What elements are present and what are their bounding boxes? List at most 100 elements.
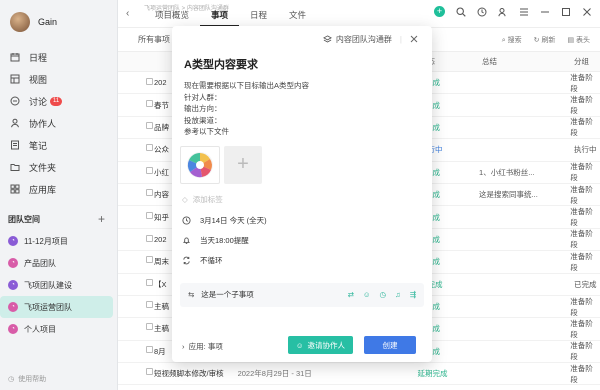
add-attachment-button[interactable]: +: [224, 145, 262, 184]
row-stage[interactable]: 执行中: [566, 144, 597, 155]
task-checkbox[interactable]: [146, 368, 153, 376]
row-stage[interactable]: 准备阶段: [562, 116, 600, 138]
row-stage[interactable]: 准备阶段: [562, 340, 600, 362]
row-stage[interactable]: 准备阶段: [562, 184, 600, 206]
reminder-field[interactable]: 当天18:00提醒: [172, 231, 432, 251]
task-checkbox[interactable]: [146, 121, 153, 129]
contacts-icon[interactable]: [498, 7, 508, 17]
menu-icon[interactable]: [519, 7, 529, 17]
column-summary[interactable]: 总结: [476, 56, 566, 67]
dialog-group-name[interactable]: 内容团队沟通群: [336, 34, 392, 45]
row-title: 小红: [154, 167, 169, 177]
row-stage[interactable]: 准备阶段: [562, 318, 600, 340]
filter-all-items[interactable]: 所有事项: [138, 34, 170, 45]
description-line: 投放渠道：: [184, 115, 222, 125]
close-icon[interactable]: [582, 7, 592, 17]
toolbar-header-label: 表头: [576, 36, 590, 44]
subtask-input[interactable]: ⇆ 这是一个子事项 ⇄ ☺ ◷ ♫ ⇶: [180, 282, 424, 307]
person-icon: [10, 118, 20, 128]
invite-collaborator-button[interactable]: ☺ 邀请协作人: [287, 336, 353, 354]
user-profile[interactable]: Gain: [0, 0, 117, 44]
row-stage[interactable]: 准备阶段: [562, 72, 600, 94]
toolbar-search[interactable]: ⌕ 搜索: [502, 35, 522, 45]
sidebar-item-folder[interactable]: 文件夹: [0, 156, 117, 178]
date-field[interactable]: 3月14日 今天 (全天): [172, 211, 432, 231]
sidebar-item-apps[interactable]: 应用库: [0, 178, 117, 200]
add-team-button[interactable]: +: [98, 212, 105, 226]
toolbar-search-label: 搜索: [507, 36, 522, 44]
task-checkbox[interactable]: [146, 99, 153, 107]
subtask-move-icon[interactable]: ⇄: [348, 290, 354, 299]
subtask-more-icon[interactable]: ⇶: [410, 290, 416, 299]
dialog-close-icon[interactable]: [410, 35, 418, 43]
toolbar-header[interactable]: ▤ 表头: [567, 35, 590, 45]
toolbar-refresh[interactable]: ↻ 刷新: [534, 35, 556, 45]
attachment-thumbnail[interactable]: [180, 145, 220, 184]
row-stage[interactable]: 准备阶段: [562, 94, 600, 116]
row-stage[interactable]: 已完成: [566, 279, 597, 290]
sidebar-item-note[interactable]: 笔记: [0, 134, 117, 156]
team-item[interactable]: ◔ 产品团队: [0, 252, 113, 274]
task-checkbox[interactable]: [146, 301, 153, 309]
team-item[interactable]: ◔ 11-12月项目: [0, 230, 113, 252]
task-checkbox[interactable]: [146, 211, 153, 219]
sidebar-item-view[interactable]: 视图: [0, 68, 117, 90]
subtask-text: 这是一个子事项: [201, 290, 254, 299]
search-icon[interactable]: [456, 6, 466, 17]
task-checkbox[interactable]: [146, 166, 153, 174]
dialog-title[interactable]: A类型内容要求: [172, 52, 432, 80]
row-status[interactable]: 延期完成: [412, 368, 474, 379]
sidebar-item-calendar[interactable]: 日程: [0, 46, 117, 68]
tab-item[interactable]: 文件: [278, 9, 317, 27]
row-stage[interactable]: 准备阶段: [562, 251, 600, 273]
dialog-description[interactable]: 现在需要根据以下目标输出A类型内容 针对人群： 输出方向： 投放渠道： 参考以下文件: [172, 80, 432, 138]
task-checkbox[interactable]: [146, 189, 153, 197]
row-stage[interactable]: 准备阶段: [562, 296, 600, 318]
toolbar-actions: ⌕ 搜索 ↻ 刷新 ▤ 表头: [502, 35, 590, 45]
table-row[interactable]: 短视频脚本修改/审核 2022年8月29日 - 31日 延期完成 准备阶段: [118, 363, 600, 386]
row-stage[interactable]: 准备阶段: [562, 228, 600, 250]
team-item[interactable]: ◔ 飞项运营团队: [0, 296, 113, 318]
sidebar-item-discussion[interactable]: 讨论 11: [0, 90, 117, 112]
task-checkbox[interactable]: [146, 278, 153, 286]
add-tag-button[interactable]: ◇ 添加标签: [172, 184, 432, 205]
row-stage[interactable]: 准备阶段: [562, 161, 600, 183]
subtask-time-icon[interactable]: ◷: [380, 290, 387, 299]
row-stage[interactable]: 准备阶段: [562, 363, 600, 385]
team-item[interactable]: ◔ 飞项团队建设: [0, 274, 113, 296]
sidebar-item-person[interactable]: 协作人: [0, 112, 117, 134]
subtask-assign-icon[interactable]: ☺: [363, 290, 371, 299]
row-stage[interactable]: 准备阶段: [562, 206, 600, 228]
task-checkbox[interactable]: [146, 256, 153, 264]
description-line: 参考以下文件: [184, 127, 229, 136]
reminder-value: 当天18:00提醒: [200, 236, 249, 245]
help-icon: ◷: [8, 376, 15, 383]
team-item[interactable]: ◔ 个人项目: [0, 318, 113, 340]
task-checkbox[interactable]: [146, 78, 153, 86]
avatar[interactable]: [10, 12, 30, 32]
maximize-icon[interactable]: [561, 7, 571, 17]
create-button[interactable]: 创建: [364, 336, 416, 354]
timer-icon[interactable]: [477, 7, 487, 17]
task-checkbox[interactable]: [146, 345, 153, 353]
subtask-remind-icon[interactable]: ♫: [395, 290, 401, 299]
help-link[interactable]: ◷ 使用帮助: [8, 374, 46, 384]
sidebar-item-label: 讨论: [29, 96, 48, 107]
task-checkbox[interactable]: [146, 323, 153, 331]
team-icon: ◔: [8, 258, 18, 268]
task-checkbox[interactable]: [146, 144, 153, 152]
tab-item[interactable]: 日程: [239, 9, 278, 27]
add-icon[interactable]: +: [434, 6, 445, 17]
clock-icon: [182, 216, 192, 225]
team-label: 11-12月项目: [24, 236, 68, 246]
row-title: 主稿: [154, 324, 169, 334]
team-icon: ◔: [8, 302, 18, 312]
task-checkbox[interactable]: [146, 234, 153, 242]
team-section-title: 团队空间: [8, 214, 40, 224]
app-selector[interactable]: › 应用: 事项: [182, 341, 223, 352]
minimize-icon[interactable]: [540, 7, 550, 17]
column-stage[interactable]: 分组: [566, 56, 589, 67]
repeat-field[interactable]: 不循环: [172, 251, 432, 271]
back-icon[interactable]: ‹: [126, 8, 129, 19]
row-title: 周末: [154, 257, 169, 267]
